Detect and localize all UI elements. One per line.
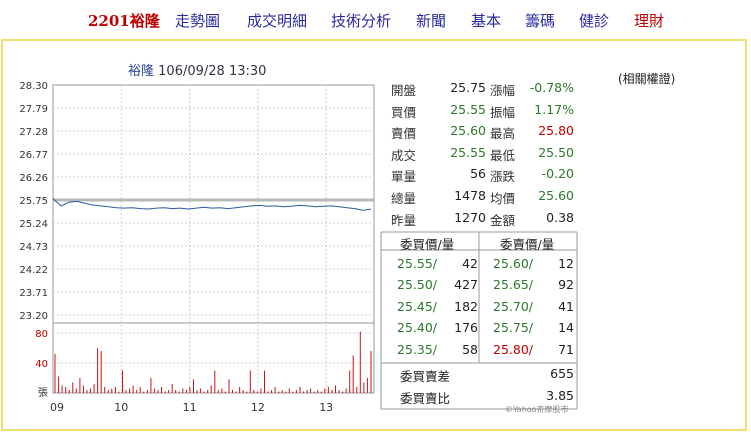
book-bid-qty: 427 — [454, 277, 478, 293]
book-buy-header: 委買價/量 — [400, 237, 455, 252]
book-bid-qty: 176 — [454, 320, 478, 336]
book-ask-price: 25.75/ — [493, 320, 533, 336]
book-ask-price: 25.60/ — [493, 256, 533, 271]
book-diff-value: 655 — [550, 366, 574, 381]
book-ask-price: 25.80/ — [493, 341, 533, 357]
book-ratio-value: 3.85 — [546, 388, 574, 403]
book-diff-label: 委買賣差 — [400, 369, 451, 384]
book-bid-price: 25.45/ — [397, 298, 437, 314]
book-ask-qty: 41 — [558, 298, 574, 314]
book-sell-header: 委賣價/量 — [500, 237, 555, 252]
book-bid-qty: 42 — [462, 256, 478, 271]
book-bid-qty: 182 — [454, 298, 478, 314]
book-ratio-label: 委買賣比 — [400, 391, 451, 406]
book-ask-qty: 92 — [558, 277, 574, 293]
book-bid-price: 25.55/ — [397, 256, 437, 271]
book-ask-qty: 12 — [558, 256, 574, 271]
order-book-frame — [380, 231, 578, 410]
book-bid-qty: 58 — [462, 341, 478, 357]
book-bid-price: 25.50/ — [397, 277, 437, 293]
book-bid-price: 25.40/ — [397, 320, 437, 336]
book-ask-qty: 14 — [558, 320, 574, 336]
book-ask-price: 25.65/ — [493, 277, 533, 293]
book-bid-price: 25.35/ — [397, 341, 437, 357]
watermark: ©Yahoo奇摩股市 — [505, 405, 569, 414]
book-ask-price: 25.70/ — [493, 298, 533, 314]
book-ask-qty: 71 — [558, 341, 574, 357]
